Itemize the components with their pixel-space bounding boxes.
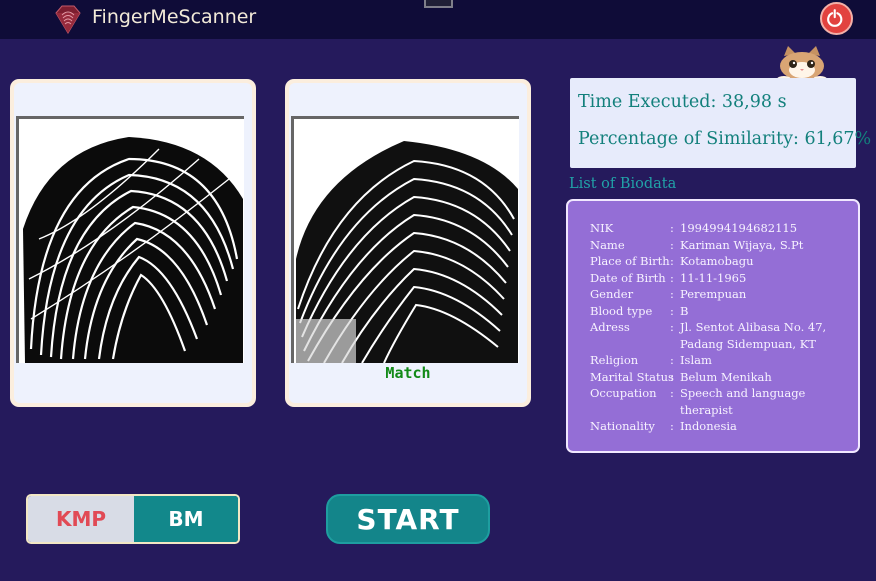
biodata-value: Kariman Wijaya, S.Pt (680, 237, 804, 252)
biodata-separator: : (670, 369, 674, 384)
algorithm-toggle: KMP BM (26, 494, 240, 544)
bm-option[interactable]: BM (134, 496, 238, 542)
similarity-percentage: Percentage of Similarity: 61,67% (578, 129, 872, 149)
results-box: Time Executed: 38,98 s Percentage of Sim… (570, 78, 871, 168)
biodata-key: Occupation (590, 386, 657, 400)
biodata-separator: : (670, 237, 674, 252)
biodata-key: Place of Birth (590, 254, 670, 268)
biodata-title: List of Biodata (569, 176, 677, 192)
power-icon (827, 9, 843, 27)
start-button[interactable]: START (326, 494, 490, 544)
input-fingerprint-card[interactable] (10, 79, 256, 407)
biodata-value: Belum Menikah (680, 369, 772, 384)
result-fingerprint-panel: Match (289, 83, 527, 403)
diamond-fingerprint-icon (55, 5, 81, 34)
biodata-separator: : (670, 221, 674, 235)
biodata-separator: : (670, 386, 674, 400)
cat-icon (777, 46, 827, 82)
biodata-key: Gender (590, 287, 634, 301)
result-fingerprint-image (294, 119, 519, 363)
biodata-separator: : (670, 419, 674, 433)
biodata-separator: : (670, 270, 674, 285)
time-executed: Time Executed: 38,98 s (578, 92, 787, 112)
window-handle[interactable] (424, 0, 453, 8)
input-fingerprint-image (19, 119, 244, 363)
result-fingerprint-frame (291, 116, 519, 363)
biodata-key: Marital Status (590, 369, 674, 384)
biodata-value: Islam (680, 353, 712, 367)
biodata-separator: : (670, 353, 674, 367)
biodata-value: B (680, 303, 689, 318)
biodata-value: Perempuan (680, 287, 747, 301)
result-fingerprint-card[interactable]: Match (285, 79, 531, 407)
biodata-separator: : (670, 303, 674, 318)
biodata-value: 11-11-1965 (680, 270, 747, 285)
biodata-key: Name (590, 237, 625, 252)
biodata-key: Date of Birth (590, 270, 666, 285)
input-fingerprint-frame (16, 116, 244, 363)
biodata-value: Speech and language therapist (680, 386, 806, 417)
input-fingerprint-panel (14, 83, 252, 403)
app-title: FingerMeScanner (92, 6, 257, 28)
biodata-box: NIK : 1994994194682115 Name : Kariman Wi… (566, 199, 860, 453)
top-bar: FingerMeScanner (0, 0, 876, 39)
biodata-key: Blood type (590, 303, 653, 318)
kmp-option[interactable]: KMP (28, 496, 134, 542)
biodata-value: Indonesia (680, 419, 737, 433)
biodata-separator: : (670, 254, 674, 268)
biodata-value: Kotamobagu (680, 254, 754, 268)
biodata-separator: : (670, 287, 674, 301)
biodata-key: Adress (590, 320, 630, 334)
power-button[interactable] (820, 2, 853, 35)
biodata-value: 1994994194682115 (680, 221, 798, 235)
biodata-key: Nationality (590, 419, 655, 433)
biodata-key: NIK (590, 221, 614, 235)
match-status: Match (385, 364, 431, 382)
biodata-value: Jl. Sentot Alibasa No. 47, Padang Sidemp… (680, 320, 827, 351)
biodata-separator: : (670, 320, 674, 334)
biodata-key: Religion (590, 353, 639, 367)
